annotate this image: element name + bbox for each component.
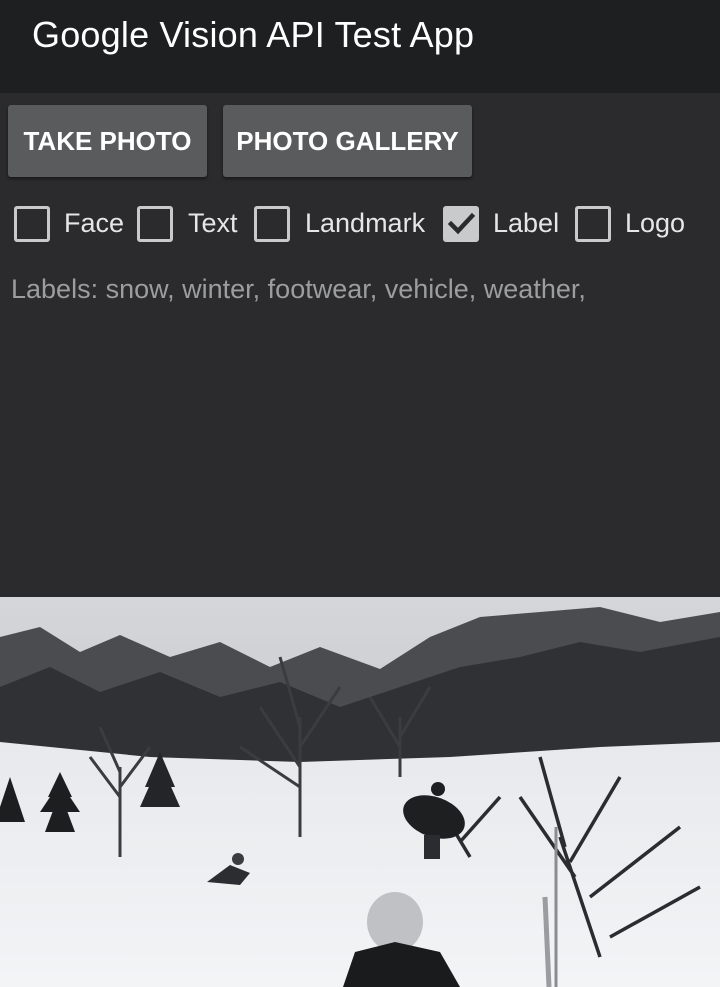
take-photo-button[interactable]: TAKE PHOTO [8,105,207,177]
landmark-checkbox-label: Landmark [305,208,426,238]
label-checkbox-label: Label [493,208,560,238]
winter-scene-image [0,597,720,987]
app-bar: Google Vision API Test App [0,0,720,93]
landmark-checkbox[interactable] [254,206,290,242]
results-text: Labels: snow, winter, footwear, vehicle,… [11,274,586,305]
text-checkbox[interactable] [137,206,173,242]
text-checkbox-label: Text [188,208,238,238]
photo-preview [0,597,720,987]
app-title: Google Vision API Test App [32,14,475,55]
label-checkbox[interactable] [443,206,479,242]
photo-gallery-button[interactable]: PHOTO GALLERY [223,105,472,177]
results-prefix: Labels: [11,274,99,304]
face-checkbox-label: Face [64,208,125,238]
face-checkbox[interactable] [14,206,50,242]
results-values: snow, winter, footwear, vehicle, weather… [105,274,586,304]
checkmark-icon [447,212,476,235]
logo-checkbox[interactable] [575,206,611,242]
logo-checkbox-label: Logo [625,208,686,238]
